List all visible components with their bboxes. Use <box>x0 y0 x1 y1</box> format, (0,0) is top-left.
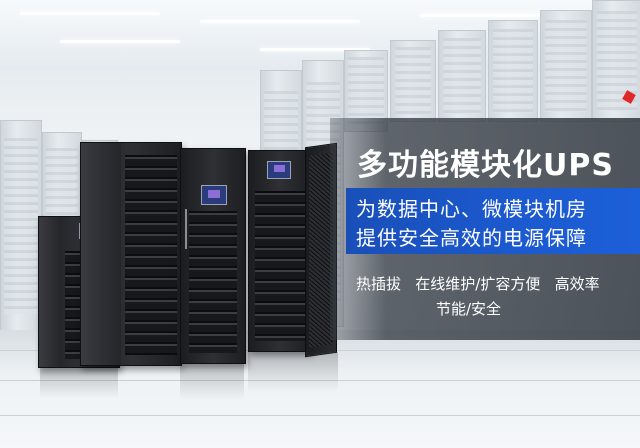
background-rack <box>390 40 436 122</box>
tagline-line1: 为数据中心、微模块机房 <box>356 197 587 221</box>
background-rack <box>540 10 592 122</box>
background-rack <box>0 120 42 332</box>
lcd-screen <box>201 185 227 205</box>
tagline-line2: 提供安全高效的电源保障 <box>356 226 587 250</box>
ups-cabinet-open <box>248 150 312 352</box>
lcd-screen <box>267 161 291 179</box>
banner-scene: 多功能模块化UPS 为数据中心、微模块机房 提供安全高效的电源保障 热插拔 在线… <box>0 0 640 448</box>
ups-cabinet-tall <box>80 142 182 366</box>
ups-cabinet-display <box>180 148 246 364</box>
door-handle <box>185 209 187 249</box>
power-modules <box>189 211 237 353</box>
feature-list-2: 节能/安全 <box>436 300 502 318</box>
ceiling-light <box>20 12 160 15</box>
background-rack <box>488 20 538 122</box>
ceiling-light <box>60 40 180 43</box>
background-rack <box>592 0 640 122</box>
power-modules <box>255 191 305 341</box>
banner-title: 多功能模块化UPS <box>357 148 614 183</box>
power-modules <box>125 155 177 355</box>
ceiling-light <box>200 20 360 23</box>
feature-list: 热插拔 在线维护/扩容方便 高效率 <box>356 275 600 293</box>
background-rack <box>438 30 486 122</box>
